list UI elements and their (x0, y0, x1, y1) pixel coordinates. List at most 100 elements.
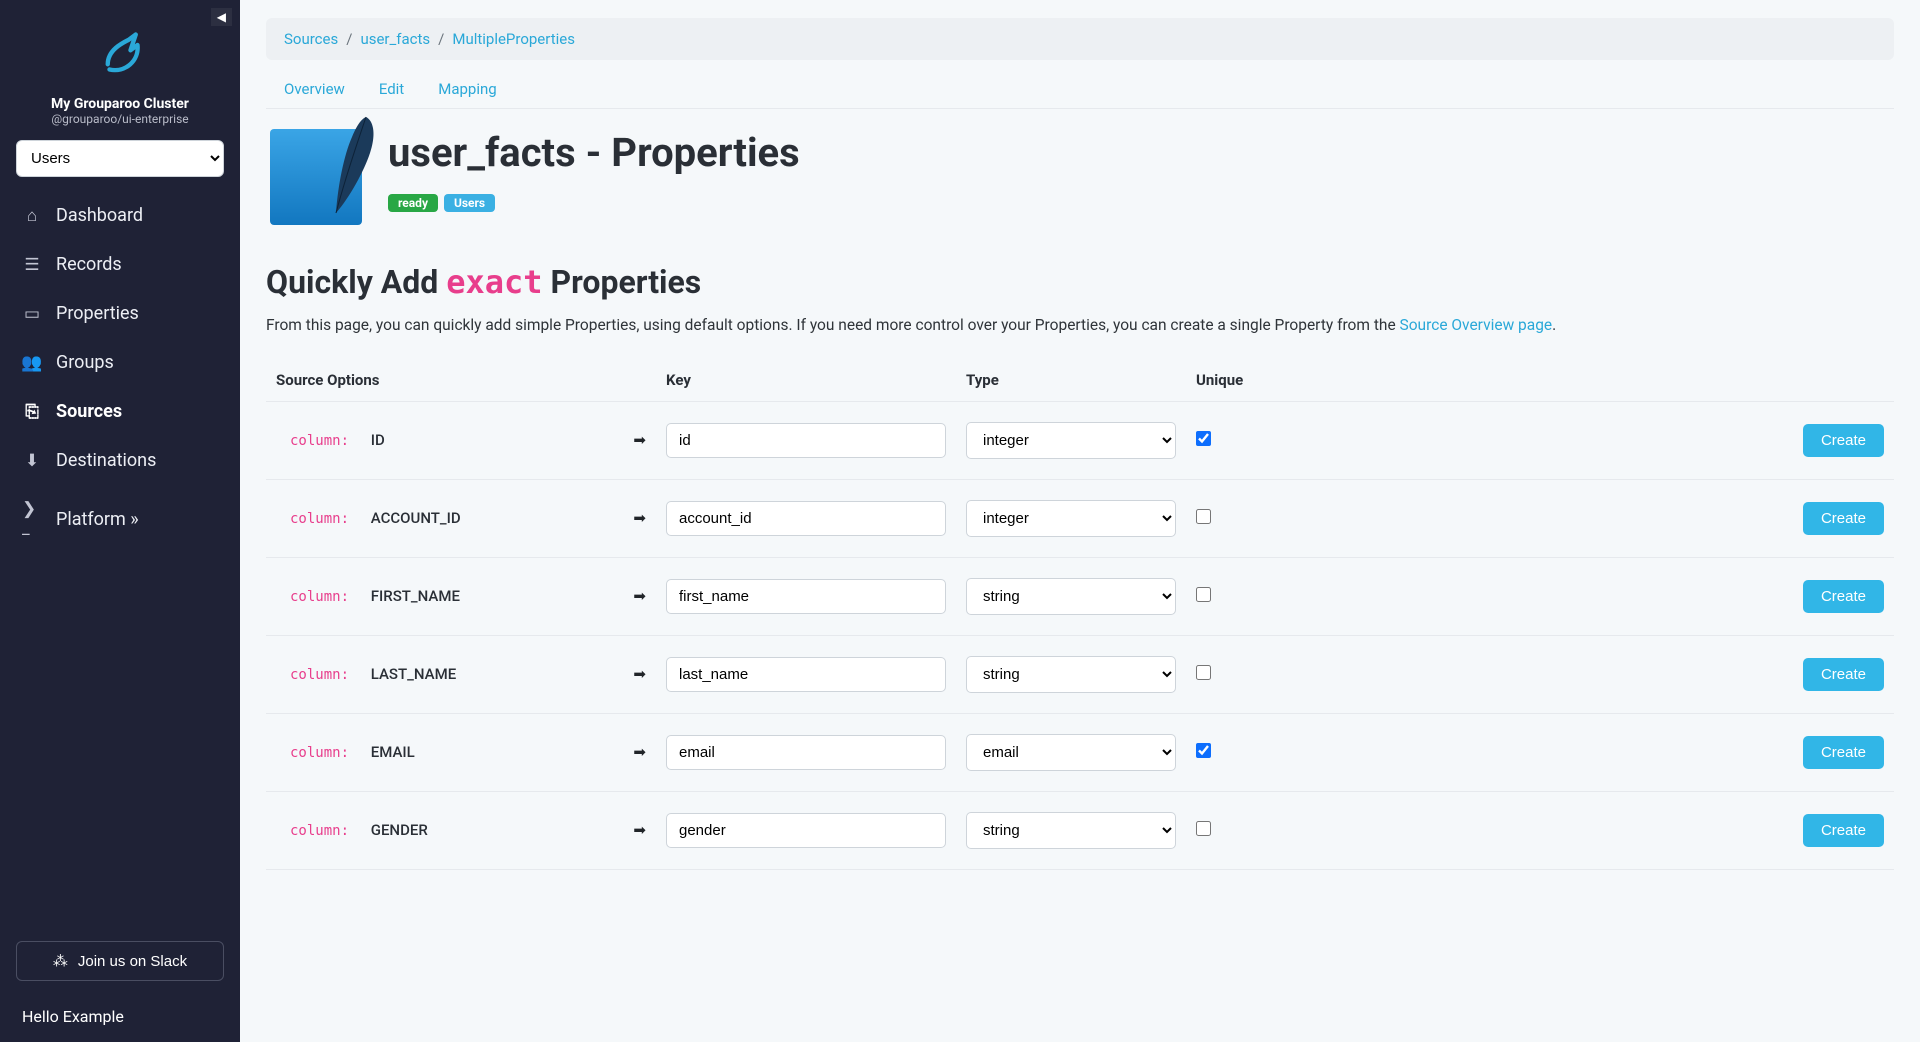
sidebar-item-label: Properties (56, 303, 139, 324)
create-button[interactable]: Create (1803, 814, 1884, 847)
sidebar-item-label: Platform » (56, 509, 139, 530)
model-select[interactable]: Users (16, 140, 224, 177)
breadcrumb-link[interactable]: MultipleProperties (452, 30, 575, 48)
table-row: column: ACCOUNT_ID➡integerCreate (266, 479, 1894, 557)
table-row: column: EMAIL➡emailCreate (266, 713, 1894, 791)
sidebar-item-sources[interactable]: ⎘ Sources (0, 387, 240, 436)
section-title-prefix: Quickly Add (266, 263, 446, 301)
tab-mapping[interactable]: Mapping (438, 80, 496, 98)
column-source-name: ID (367, 431, 385, 449)
arrow-icon: ➡ (606, 791, 656, 869)
feather-icon (326, 115, 380, 219)
model-badge: Users (444, 194, 495, 212)
source-overview-link[interactable]: Source Overview page (1400, 316, 1553, 334)
join-slack-button[interactable]: ⁂ Join us on Slack (16, 941, 224, 981)
home-icon: ⌂ (22, 206, 42, 226)
unique-checkbox[interactable] (1196, 587, 1211, 602)
source-tabs: Overview Edit Mapping (266, 66, 1894, 109)
app-logo (0, 0, 240, 88)
type-select[interactable]: integer (966, 422, 1176, 459)
column-label: column: (276, 745, 349, 761)
list-icon: ☰ (22, 255, 42, 275)
arrow-icon: ➡ (606, 401, 656, 479)
table-row: column: FIRST_NAME➡stringCreate (266, 557, 1894, 635)
create-button[interactable]: Create (1803, 424, 1884, 457)
section-title-code: exact (446, 263, 542, 301)
sidebar-item-destinations[interactable]: ⬇ Destinations (0, 436, 240, 485)
properties-table: Source Options Key Type Unique column: I… (266, 359, 1894, 870)
key-input[interactable] (666, 813, 946, 848)
breadcrumb-link[interactable]: Sources (284, 30, 338, 48)
cluster-name: My Grouparoo Cluster (0, 96, 240, 112)
table-row: column: GENDER ➡ string Create (266, 791, 1894, 869)
sidebar-item-groups[interactable]: 👥Groups (0, 338, 240, 387)
key-input[interactable] (666, 501, 946, 536)
th-type: Type (956, 359, 1186, 402)
status-badge-ready: ready (388, 194, 438, 212)
sidebar-item-label: Records (56, 254, 122, 275)
table-row: column: LAST_NAME ➡ string Create (266, 635, 1894, 713)
slack-icon: ⁂ (53, 952, 68, 970)
key-input[interactable] (666, 579, 946, 614)
export-icon: ⎘ (22, 402, 42, 422)
type-select[interactable]: string (966, 812, 1176, 849)
breadcrumb-link[interactable]: user_facts (360, 30, 430, 48)
tab-overview[interactable]: Overview (284, 80, 345, 98)
terminal-icon: ❯_ (22, 499, 42, 539)
section-title-suffix: Properties (543, 263, 702, 301)
source-icon (270, 129, 362, 225)
unique-checkbox[interactable] (1196, 665, 1211, 680)
unique-checkbox[interactable] (1196, 743, 1211, 758)
sidebar-item-platform-[interactable]: ❯_ Platform » (0, 485, 240, 553)
type-select[interactable]: email (966, 734, 1176, 771)
type-select[interactable]: string (966, 656, 1176, 693)
column-label: column: (276, 667, 349, 683)
card-icon: ▭ (22, 304, 42, 324)
section-desc-text: From this page, you can quickly add simp… (266, 316, 1400, 334)
key-input[interactable] (666, 657, 946, 692)
column-source-name: LAST_NAME (367, 665, 456, 683)
unique-checkbox[interactable] (1196, 431, 1211, 446)
th-unique: Unique (1186, 359, 1286, 402)
section-description: From this page, you can quickly add simp… (266, 315, 1894, 337)
column-source-name: GENDER (367, 821, 428, 839)
th-source-options: Source Options (266, 359, 606, 402)
th-actions (1286, 359, 1894, 402)
import-icon: ⬇ (22, 451, 42, 471)
key-input[interactable] (666, 735, 946, 770)
th-arrow (606, 359, 656, 402)
unique-checkbox[interactable] (1196, 509, 1211, 524)
cluster-subtitle: @grouparoo/ui-enterprise (0, 112, 240, 126)
column-label: column: (276, 589, 349, 605)
main-content: Sources/user_facts/MultipleProperties Ov… (240, 0, 1920, 1042)
type-select[interactable]: integer (966, 500, 1176, 537)
arrow-icon: ➡ (606, 635, 656, 713)
sidebar-item-label: Groups (56, 352, 114, 373)
create-button[interactable]: Create (1803, 658, 1884, 691)
create-button[interactable]: Create (1803, 580, 1884, 613)
section-desc-suffix: . (1552, 316, 1556, 334)
unique-checkbox[interactable] (1196, 821, 1211, 836)
section-title: Quickly Add exact Properties (266, 263, 1894, 301)
tab-edit[interactable]: Edit (379, 80, 404, 98)
breadcrumbs: Sources/user_facts/MultipleProperties (266, 18, 1894, 60)
sidebar-item-label: Sources (56, 401, 122, 422)
sidebar-item-label: Destinations (56, 450, 156, 471)
sidebar-collapse-button[interactable]: ◀ (211, 8, 232, 26)
create-button[interactable]: Create (1803, 736, 1884, 769)
sidebar-item-dashboard[interactable]: ⌂Dashboard (0, 191, 240, 240)
th-key: Key (656, 359, 956, 402)
sidebar-item-properties[interactable]: ▭ Properties (0, 289, 240, 338)
key-input[interactable] (666, 423, 946, 458)
table-row: column: ID➡integerCreate (266, 401, 1894, 479)
column-source-name: EMAIL (367, 743, 415, 761)
sidebar: ◀ My Grouparoo Cluster @grouparoo/ui-ent… (0, 0, 240, 1042)
column-source-name: FIRST_NAME (367, 587, 460, 605)
column-label: column: (276, 511, 349, 527)
column-label: column: (276, 823, 349, 839)
create-button[interactable]: Create (1803, 502, 1884, 535)
breadcrumb-separator: / (338, 30, 360, 48)
sidebar-item-records[interactable]: ☰ Records (0, 240, 240, 289)
type-select[interactable]: string (966, 578, 1176, 615)
page-title: user_facts - Properties (388, 129, 800, 176)
